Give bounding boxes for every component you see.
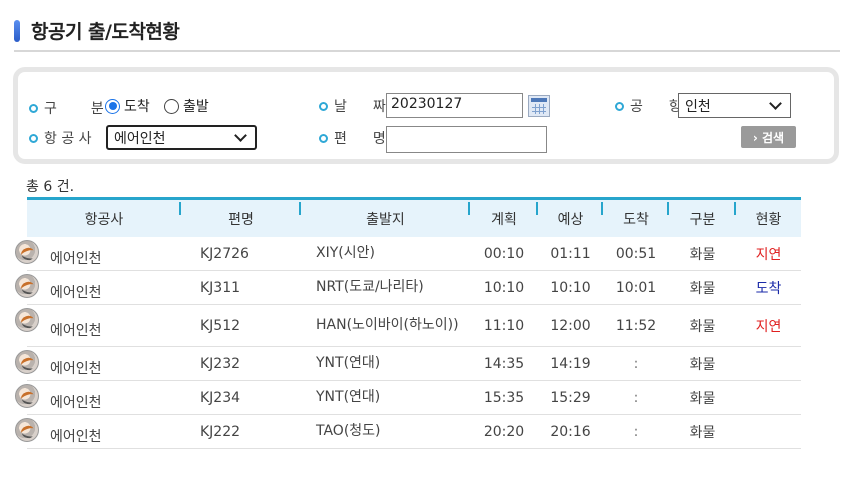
cell-status: 지연 <box>755 246 782 263</box>
airport-label: 공 항 <box>615 96 688 116</box>
cell-airline: 에어인천 <box>15 305 181 346</box>
page-header: 항공기 출/도착현황 <box>14 12 840 52</box>
cell-arrived: : <box>633 355 639 372</box>
column-header-planned: 계획 <box>470 200 538 237</box>
cell-airline: 에어인천 <box>15 381 181 414</box>
table-row[interactable]: 에어인천 KJ2726 XIY(시안) 00:10 01:11 00:51 화물… <box>15 237 801 271</box>
cell-airline: 에어인천 <box>15 237 181 270</box>
cell-origin: YNT(연대) <box>316 389 381 405</box>
bullet-icon <box>29 103 38 113</box>
cell-planned: 00:10 <box>483 245 525 262</box>
table-row[interactable]: 에어인천 KJ222 TAO(청도) 20:20 20:16 : 화물 <box>15 415 801 449</box>
cell-flight: KJ512 <box>200 317 241 334</box>
category-label: 구 분 <box>29 98 114 118</box>
cell-estimated: 15:29 <box>550 389 591 406</box>
cell-type: 화물 <box>689 280 716 297</box>
cell-arrived: 11:52 <box>615 317 657 334</box>
page-title: 항공기 출/도착현황 <box>31 21 180 43</box>
cell-planned: 14:35 <box>483 355 525 372</box>
cell-airline: 에어인천 <box>15 347 181 380</box>
cell-planned: 11:10 <box>483 317 525 334</box>
cell-type: 화물 <box>689 424 716 441</box>
airline-label: 항 공 사 <box>29 128 92 148</box>
cell-planned: 10:10 <box>483 279 525 296</box>
cell-type: 화물 <box>689 318 716 335</box>
bullet-icon <box>319 101 328 111</box>
airline-logo-icon <box>15 384 39 408</box>
cell-estimated: 12:00 <box>550 317 591 334</box>
cell-status: 도착 <box>755 280 782 297</box>
search-panel: 구 분 도착 출발 날 짜 20230127 공 항 인천 항 공 사 에어인천… <box>13 67 839 164</box>
cell-planned: 15:35 <box>483 389 525 406</box>
cell-flight: KJ234 <box>200 389 241 406</box>
flight-table: 항공사 편명 출발지 계획 예상 도착 구분 현황 에어인천 KJ2726 XI… <box>15 197 801 449</box>
cell-estimated: 14:19 <box>550 355 591 372</box>
radio-arrival[interactable]: 도착 <box>105 96 150 116</box>
date-label: 날 짜 <box>319 96 392 116</box>
column-header-status: 현황 <box>755 211 782 228</box>
cell-status <box>736 415 801 448</box>
airline-logo-icon <box>15 240 39 264</box>
title-accent-bar <box>14 20 20 42</box>
column-header-flight: 편명 <box>181 200 301 237</box>
table-row[interactable]: 에어인천 KJ311 NRT(도쿄/나리타) 10:10 10:10 10:01… <box>15 271 801 305</box>
table-row[interactable]: 에어인천 KJ512 HAN(노이바이(하노이)) 11:10 12:00 11… <box>15 305 801 347</box>
cell-origin: HAN(노이바이(하노이)) <box>316 317 459 333</box>
airline-logo-icon <box>15 274 39 298</box>
cell-arrived: : <box>633 423 639 440</box>
airport-select[interactable]: 인천 <box>678 93 791 118</box>
table-header: 항공사 편명 출발지 계획 예상 도착 구분 현황 <box>27 197 801 237</box>
cell-flight: KJ311 <box>200 279 241 296</box>
column-header-origin: 출발지 <box>301 200 470 237</box>
result-count: 총 6 건. <box>26 179 75 195</box>
flight-label: 편 명 <box>319 128 392 148</box>
table-row[interactable]: 에어인천 KJ232 YNT(연대) 14:35 14:19 : 화물 <box>15 347 801 381</box>
cell-origin: YNT(연대) <box>316 355 381 371</box>
search-button[interactable]: › 검색 <box>741 126 796 148</box>
cell-origin: NRT(도쿄/나리타) <box>316 279 424 295</box>
date-input[interactable]: 20230127 <box>386 93 523 118</box>
chevron-down-icon <box>234 128 247 142</box>
cell-flight: KJ2726 <box>200 245 249 262</box>
cell-origin: TAO(청도) <box>316 423 381 439</box>
airline-logo-icon <box>15 350 39 374</box>
radio-unselected-icon[interactable] <box>164 98 179 114</box>
column-header-type: 구분 <box>669 200 736 237</box>
cell-origin: XIY(시안) <box>316 245 375 261</box>
bullet-icon <box>615 101 624 111</box>
cell-status <box>736 347 801 380</box>
cell-arrived: : <box>633 389 639 406</box>
column-header-arrived: 도착 <box>603 200 669 237</box>
cell-flight: KJ222 <box>200 423 241 440</box>
cell-airline: 에어인천 <box>15 271 181 304</box>
airline-logo-icon <box>15 418 39 442</box>
cell-status: 지연 <box>755 318 782 335</box>
cell-type: 화물 <box>689 390 716 407</box>
bullet-icon <box>319 133 328 143</box>
cell-flight: KJ232 <box>200 355 241 372</box>
radio-departure[interactable]: 출발 <box>164 96 209 116</box>
cell-airline: 에어인천 <box>15 415 181 448</box>
cell-estimated: 20:16 <box>550 423 591 440</box>
flight-input[interactable] <box>386 126 547 153</box>
cell-arrived: 00:51 <box>615 245 657 262</box>
cell-estimated: 10:10 <box>550 279 591 296</box>
cell-type: 화물 <box>689 356 716 373</box>
column-header-airline: 항공사 <box>27 200 181 237</box>
bullet-icon <box>29 133 38 143</box>
cell-type: 화물 <box>689 246 716 263</box>
airline-logo-icon <box>15 308 39 332</box>
calendar-icon[interactable] <box>528 95 550 117</box>
cell-planned: 20:20 <box>483 423 525 440</box>
airline-select[interactable]: 에어인천 <box>106 125 257 150</box>
chevron-down-icon <box>769 96 782 110</box>
radio-selected-icon[interactable] <box>105 98 120 114</box>
cell-status <box>736 381 801 414</box>
column-header-estimated: 예상 <box>538 200 603 237</box>
cell-arrived: 10:01 <box>615 279 657 296</box>
cell-estimated: 01:11 <box>550 245 591 262</box>
table-row[interactable]: 에어인천 KJ234 YNT(연대) 15:35 15:29 : 화물 <box>15 381 801 415</box>
